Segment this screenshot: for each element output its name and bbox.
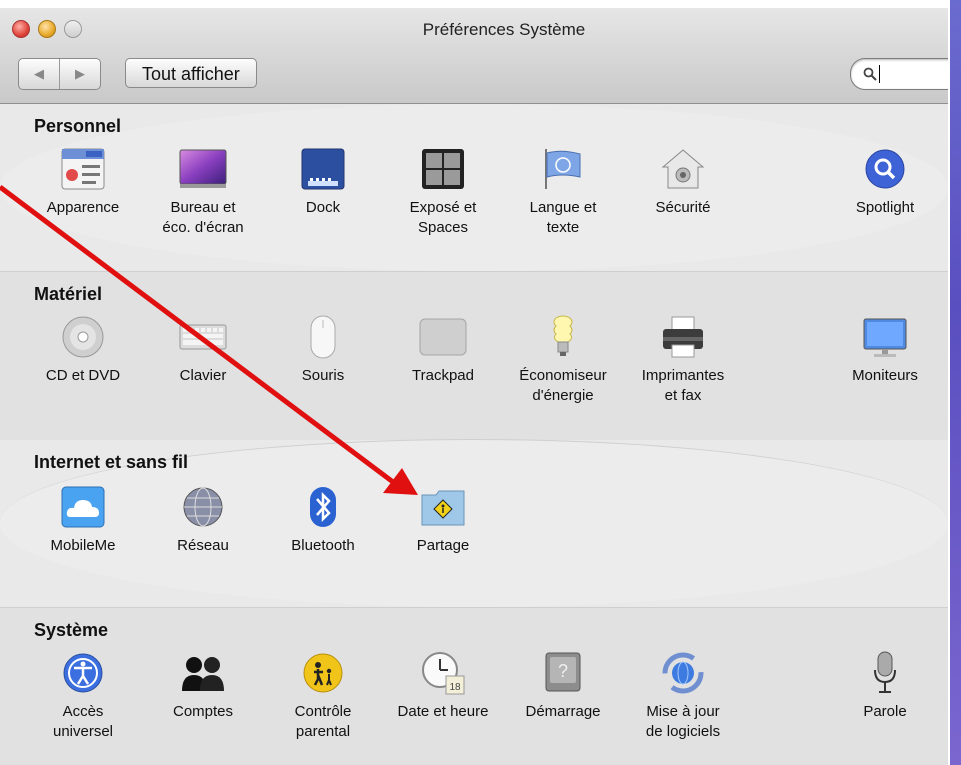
spotlight-icon xyxy=(860,144,910,194)
section-title: Matériel xyxy=(34,284,103,304)
pref-startup-disk[interactable]: ? Démarrage xyxy=(503,648,623,722)
pref-dock[interactable]: Dock xyxy=(263,144,383,218)
pref-label: Bureau et éco. d'écran xyxy=(162,199,244,236)
pref-monitors[interactable]: Moniteurs xyxy=(825,312,945,386)
pref-label: Réseau xyxy=(177,537,229,554)
section-title: Système xyxy=(34,620,109,640)
search-field[interactable] xyxy=(850,58,948,90)
pref-energy-saver[interactable]: Économiseur d'énergie xyxy=(503,312,623,406)
pref-label: Comptes xyxy=(172,703,234,720)
appearance-icon xyxy=(58,144,108,194)
pref-label: Dock xyxy=(305,199,341,216)
pref-label: Imprimantes et fax xyxy=(641,367,725,404)
section-title: Personnel xyxy=(34,116,122,136)
forward-button[interactable]: ▶ xyxy=(59,59,100,89)
background-window-edge xyxy=(950,0,961,765)
pref-label: Exposé et Spaces xyxy=(409,199,477,236)
dock-icon xyxy=(298,144,348,194)
pref-label: Clavier xyxy=(179,367,227,384)
pref-printer-fax[interactable]: Imprimantes et fax xyxy=(623,312,743,406)
language-text-icon xyxy=(538,144,588,194)
trackpad-icon xyxy=(418,312,468,362)
section-personnel: Personnel Apparence Bureau et éco. d'écr… xyxy=(0,104,948,271)
pref-bluetooth[interactable]: Bluetooth xyxy=(263,482,383,556)
pref-label: CD et DVD xyxy=(45,367,121,384)
pref-appearance[interactable]: Apparence xyxy=(23,144,143,218)
pref-mobileme[interactable]: MobileMe xyxy=(23,482,143,556)
section-systeme: Système Accès universel Comptes Contrôle… xyxy=(0,607,948,765)
security-icon xyxy=(658,144,708,194)
pref-label: MobileMe xyxy=(50,537,116,554)
title-bar: Préférences Système ◀ ▶ Tout afficher xyxy=(0,8,948,104)
pref-network[interactable]: Réseau xyxy=(143,482,263,556)
text-cursor xyxy=(879,65,880,83)
pref-label: Bluetooth xyxy=(291,537,355,554)
speech-icon xyxy=(860,648,910,698)
pref-label: Sécurité xyxy=(655,199,711,216)
date-time-icon: 18 xyxy=(418,648,468,698)
pref-label: Langue et texte xyxy=(529,199,597,236)
system-preferences-window: Préférences Système ◀ ▶ Tout afficher Pe… xyxy=(0,8,948,765)
pref-spotlight[interactable]: Spotlight xyxy=(825,144,945,218)
pref-trackpad[interactable]: Trackpad xyxy=(383,312,503,386)
software-update-icon xyxy=(658,648,708,698)
universal-access-icon xyxy=(58,648,108,698)
pref-label: Apparence xyxy=(46,199,120,216)
pref-accounts[interactable]: Comptes xyxy=(143,648,263,722)
printer-fax-icon xyxy=(658,312,708,362)
window-title: Préférences Système xyxy=(422,20,586,39)
pref-cd-dvd[interactable]: CD et DVD xyxy=(23,312,143,386)
pref-label: Accès universel xyxy=(52,703,114,740)
pref-language-text[interactable]: Langue et texte xyxy=(503,144,623,238)
bluetooth-icon xyxy=(298,482,348,532)
pref-label: Parole xyxy=(863,703,907,720)
pref-keyboard[interactable]: Clavier xyxy=(143,312,263,386)
section-internet: Internet et sans fil MobileMe Réseau Blu… xyxy=(0,439,948,607)
parental-controls-icon xyxy=(298,648,348,698)
pref-label: Date et heure xyxy=(397,703,489,720)
mouse-icon xyxy=(298,312,348,362)
pref-desktop-screensaver[interactable]: Bureau et éco. d'écran xyxy=(143,144,263,238)
pref-date-time[interactable]: 18 Date et heure xyxy=(383,648,503,722)
network-icon xyxy=(178,482,228,532)
pref-label: Contrôle parental xyxy=(294,703,352,740)
desktop-screensaver-icon xyxy=(178,144,228,194)
cd-dvd-icon xyxy=(58,312,108,362)
monitor-icon xyxy=(860,312,910,362)
svg-text:18: 18 xyxy=(449,682,461,693)
sharing-icon xyxy=(418,482,468,532)
pref-label: Spotlight xyxy=(855,199,915,216)
keyboard-icon xyxy=(178,312,228,362)
svg-text:?: ? xyxy=(558,661,568,681)
pref-label: Moniteurs xyxy=(852,367,918,384)
pref-expose-spaces[interactable]: Exposé et Spaces xyxy=(383,144,503,238)
pref-software-update[interactable]: Mise à jour de logiciels xyxy=(623,648,743,742)
pref-label: Souris xyxy=(301,367,345,384)
pref-universal-access[interactable]: Accès universel xyxy=(23,648,143,742)
accounts-icon xyxy=(178,648,228,698)
energy-saver-icon xyxy=(538,312,588,362)
show-all-button[interactable]: Tout afficher xyxy=(125,58,257,88)
expose-spaces-icon xyxy=(418,144,468,194)
startup-disk-icon: ? xyxy=(538,648,588,698)
pref-label: Partage xyxy=(416,537,470,554)
pref-speech[interactable]: Parole xyxy=(825,648,945,722)
section-materiel: Matériel CD et DVD Clavier Souris Trackp… xyxy=(0,271,948,440)
pref-security[interactable]: Sécurité xyxy=(623,144,743,218)
pref-label: Trackpad xyxy=(412,367,474,384)
back-button[interactable]: ◀ xyxy=(19,59,59,89)
pref-label: Démarrage xyxy=(525,703,601,720)
mobileme-icon xyxy=(58,482,108,532)
navigation-buttons: ◀ ▶ xyxy=(18,58,101,90)
section-title: Internet et sans fil xyxy=(34,452,189,472)
pref-parental-controls[interactable]: Contrôle parental xyxy=(263,648,383,742)
pref-sharing[interactable]: Partage xyxy=(383,482,503,556)
search-icon xyxy=(863,67,877,81)
pref-label: Mise à jour de logiciels xyxy=(645,703,721,740)
pref-label: Économiseur d'énergie xyxy=(519,367,607,404)
pref-mouse[interactable]: Souris xyxy=(263,312,383,386)
